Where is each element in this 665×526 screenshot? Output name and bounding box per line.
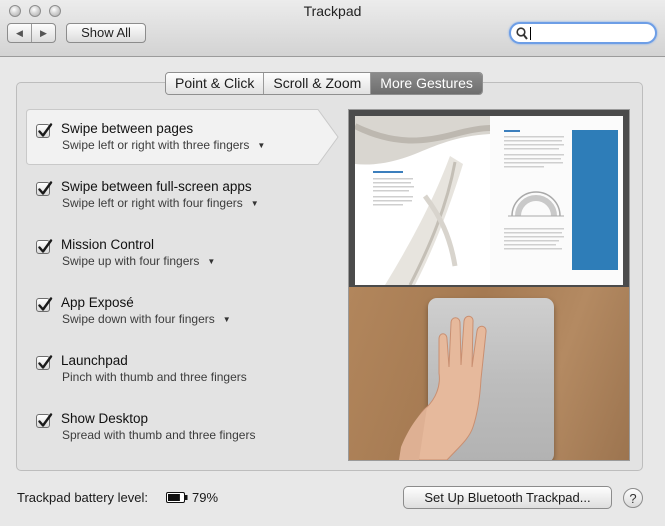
back-forward-control: ◀ ▶ (7, 23, 56, 43)
gesture-preview-video (348, 109, 630, 461)
search-input[interactable] (531, 25, 649, 41)
window-title: Trackpad (303, 3, 362, 19)
gesture-title: Swipe between pages (61, 121, 194, 136)
gesture-title: Swipe between full-screen apps (61, 179, 252, 194)
gesture-title: App Exposé (61, 295, 134, 310)
gesture-subtitle: Spread with thumb and three fingers (62, 428, 256, 442)
dropdown-arrow-icon[interactable]: ▼ (251, 199, 259, 208)
show-all-button[interactable]: Show All (66, 23, 146, 43)
battery-level-label: Trackpad battery level: (17, 490, 149, 505)
checkbox-swipe-between-pages[interactable] (36, 123, 53, 138)
hand-icon (399, 315, 487, 460)
gesture-subtitle-dropdown[interactable]: Swipe left or right with three fingers ▼ (62, 138, 265, 152)
checkbox-mission-control[interactable] (36, 239, 53, 254)
help-button[interactable]: ? (623, 488, 643, 508)
trackpad-demo-image (349, 287, 629, 460)
gesture-subtitle-dropdown[interactable]: Swipe down with four fingers ▼ (62, 312, 231, 326)
gesture-subtitle: Swipe left or right with three fingers (62, 138, 250, 152)
checkbox-swipe-between-full-screen-apps[interactable] (36, 181, 53, 196)
battery-level-value: 79% (192, 490, 219, 505)
book-right-page (490, 116, 623, 285)
gesture-subtitle: Swipe up with four fingers (62, 254, 200, 268)
book-sidebar (572, 130, 618, 270)
dropdown-arrow-icon[interactable]: ▼ (207, 257, 215, 266)
gesture-title: Mission Control (61, 237, 155, 252)
checkmark-icon (38, 181, 53, 195)
checkmark-icon (38, 297, 53, 311)
gesture-subtitle: Swipe down with four fingers (62, 312, 215, 326)
setup-bluetooth-trackpad-button[interactable]: Set Up Bluetooth Trackpad... (403, 486, 612, 509)
book-left-page (355, 116, 490, 285)
back-button[interactable]: ◀ (8, 24, 31, 42)
gesture-subtitle-dropdown[interactable]: Swipe left or right with four fingers ▼ (62, 196, 259, 210)
dropdown-arrow-icon[interactable]: ▼ (257, 141, 265, 150)
tab-more-gestures[interactable]: More Gestures (370, 73, 482, 94)
battery-icon (166, 492, 188, 503)
book-preview-image (349, 110, 629, 287)
gesture-subtitle: Pinch with thumb and three fingers (62, 370, 247, 384)
tab-bar: Point & Click Scroll & Zoom More Gesture… (165, 72, 483, 95)
gesture-subtitle-dropdown[interactable]: Swipe up with four fingers ▼ (62, 254, 215, 268)
search-field[interactable] (509, 22, 657, 44)
checkmark-icon (38, 355, 53, 369)
dropdown-arrow-icon[interactable]: ▼ (223, 315, 231, 324)
tab-point-and-click[interactable]: Point & Click (166, 73, 264, 94)
checkmark-icon (38, 413, 53, 427)
selected-row-highlight (26, 109, 339, 165)
forward-button[interactable]: ▶ (31, 24, 55, 42)
checkbox-launchpad[interactable] (36, 355, 53, 370)
gesture-title: Launchpad (61, 353, 128, 368)
search-icon (516, 27, 528, 40)
checkmark-icon (38, 123, 53, 137)
checkmark-icon (38, 239, 53, 253)
left-triangle-icon: ◀ (16, 27, 23, 38)
checkbox-app-expose[interactable] (36, 297, 53, 312)
right-triangle-icon: ▶ (40, 27, 47, 38)
gesture-subtitle: Swipe left or right with four fingers (62, 196, 243, 210)
tab-scroll-and-zoom[interactable]: Scroll & Zoom (263, 73, 371, 94)
title-bar: Trackpad ◀ ▶ Show All (0, 0, 665, 57)
gesture-title: Show Desktop (61, 411, 149, 426)
checkbox-show-desktop[interactable] (36, 413, 53, 428)
